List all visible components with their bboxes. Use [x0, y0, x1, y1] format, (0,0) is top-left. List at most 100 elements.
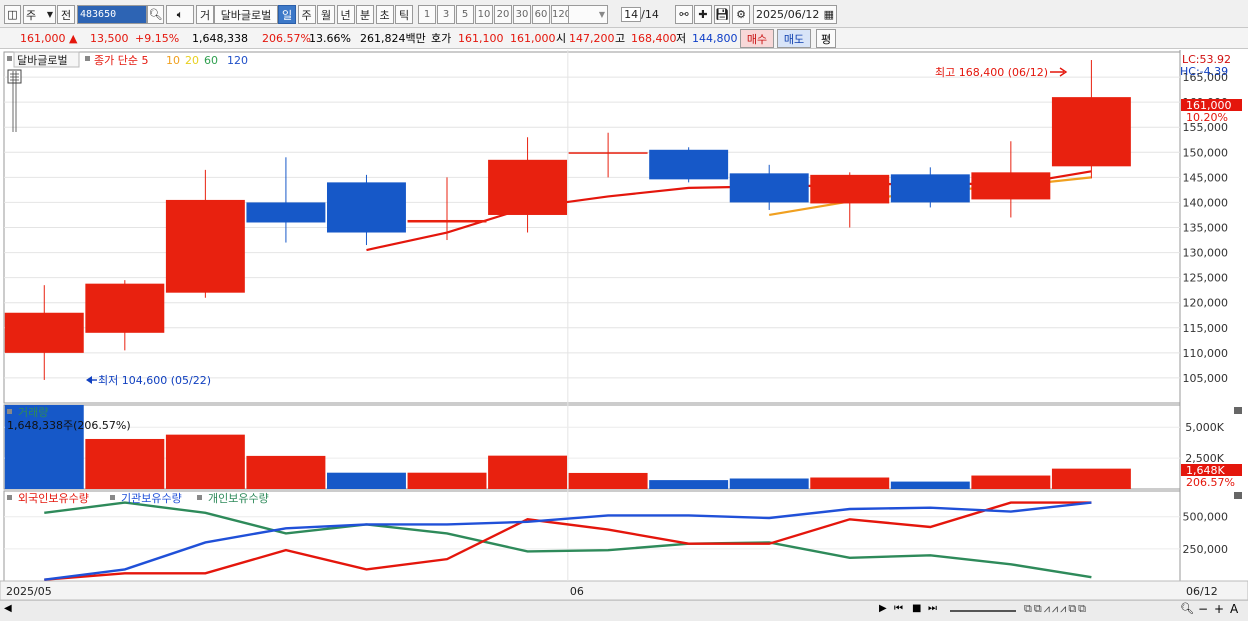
volume-bar: [810, 477, 890, 489]
chevron-down-icon: ▼: [46, 10, 53, 19]
market-select[interactable]: 주 ▼: [23, 5, 56, 24]
volume-bar: [1051, 468, 1131, 489]
turnover: 13.66%: [309, 32, 351, 45]
link-icon[interactable]: ⚯: [675, 5, 693, 24]
zoom-out-icon[interactable]: −: [1198, 602, 1208, 616]
legend-marker: [110, 495, 115, 500]
window-menu-icon[interactable]: ◫: [4, 5, 21, 24]
volume-title: 거래량: [18, 406, 48, 419]
stock-chart[interactable]: 105,000 110,000 115,000 120,000 125,000 130,0…: [0, 50, 1248, 601]
period-button[interactable]: 주: [297, 5, 316, 24]
legend-ma-period: 20: [185, 54, 199, 67]
chart-scrollbar[interactable]: ◀ ▶ ⏮ ■ ⏭ ⧉⧉⩘⩘⩘⧉⧉ 🔍︎ − + A: [0, 600, 1248, 621]
volume-value: 1,648,338: [192, 32, 248, 45]
date-start-label: 2025/05: [6, 585, 52, 598]
volume-bar: [246, 455, 326, 489]
holding-legend-label: 기관보유수량: [121, 492, 182, 505]
stock-name: 달바글로벌: [214, 5, 278, 24]
trade-button[interactable]: 거: [196, 5, 214, 24]
interval-button[interactable]: 10: [475, 5, 493, 24]
count-display: 14/14: [611, 5, 669, 24]
fast-forward-icon[interactable]: ⏭: [928, 603, 937, 614]
volume-bar: [85, 438, 165, 489]
date-end-label: 06/12: [1186, 585, 1218, 598]
bid-price: 161,100: [458, 32, 504, 45]
period-button[interactable]: 월: [317, 5, 335, 24]
stop-icon[interactable]: ■: [912, 603, 921, 614]
high-label: 고: [615, 32, 626, 45]
hc-label: HC:-4.39: [1180, 65, 1228, 78]
auto-scale-icon[interactable]: A: [1230, 602, 1238, 616]
interval-button[interactable]: 20: [494, 5, 512, 24]
price-change: 13,500: [90, 32, 129, 45]
search-icon[interactable]: 🔍︎: [147, 5, 164, 24]
trade-amount: 261,824백만: [360, 32, 426, 45]
price-tick-label: 130,000: [1183, 247, 1229, 260]
zoom-in-icon[interactable]: +: [1214, 602, 1224, 616]
legend-marker: [197, 495, 202, 500]
interval-button[interactable]: 60: [532, 5, 550, 24]
speaker-icon[interactable]: 🔈︎: [166, 5, 194, 24]
candle-body: [85, 283, 165, 333]
interval-button[interactable]: 3: [437, 5, 455, 24]
volume-pct-label: 206.57%: [1186, 476, 1235, 489]
period-button[interactable]: 틱: [395, 5, 413, 24]
open-label: 시: [556, 32, 567, 45]
chevron-down-icon: ▼: [598, 10, 605, 19]
holding-tick-label: 250,000: [1183, 543, 1229, 556]
volume-bar: [649, 480, 729, 489]
candle-body: [488, 159, 568, 215]
legend-ma-period: 10: [166, 54, 180, 67]
avg-button[interactable]: 평: [816, 29, 836, 48]
code-value: 483650: [80, 9, 117, 20]
interval-button[interactable]: 30: [513, 5, 531, 24]
scroll-left-icon[interactable]: ◀: [4, 603, 12, 614]
period-button[interactable]: 년: [336, 5, 355, 24]
zoom-slider[interactable]: [950, 610, 1016, 612]
volume-bar: [165, 434, 245, 489]
sell-button[interactable]: 매도: [777, 29, 811, 48]
quote-bar: 161,000 ▲ 13,500 +9.15% 1,648,338 206.57…: [0, 28, 1248, 49]
candle-body: [810, 174, 890, 204]
drawing-tools-icon[interactable]: ⧉⧉⩘⩘⩘⧉⧉: [1024, 602, 1088, 616]
candle-body: [971, 172, 1051, 200]
period-button[interactable]: 일: [278, 5, 296, 24]
rewind-icon[interactable]: ⏮: [894, 603, 903, 614]
volume-value-label: 1,648,338주(206.57%): [7, 419, 131, 432]
volume-bar: [971, 475, 1051, 489]
interval-button[interactable]: 5: [456, 5, 474, 24]
period-button[interactable]: 초: [375, 5, 394, 24]
crosshair-icon[interactable]: ✚: [694, 5, 712, 24]
calendar-icon: ▦: [823, 8, 834, 21]
legend-marker: [7, 56, 12, 61]
save-icon[interactable]: 💾︎: [714, 5, 730, 24]
gear-icon[interactable]: ⚙: [732, 5, 750, 24]
market-label: 주: [26, 8, 37, 22]
candle-body: [890, 174, 970, 203]
price-tick-label: 150,000: [1183, 146, 1229, 159]
candle-body: [729, 173, 809, 203]
date-axis-band: [0, 580, 1248, 601]
panel-close-icon: [1234, 407, 1242, 414]
volume-bar: [568, 472, 648, 489]
volume-ratio: 206.57%: [262, 32, 311, 45]
interval-button[interactable]: 1: [418, 5, 436, 24]
period-dropdown[interactable]: ▼: [568, 5, 608, 24]
zoom-icon[interactable]: 🔍︎: [1180, 602, 1194, 615]
buy-button[interactable]: 매수: [740, 29, 774, 48]
date-input[interactable]: 2025/06/12 ▦: [753, 5, 837, 24]
volume-tick-label: 5,000K: [1185, 421, 1224, 434]
price-tick-label: 115,000: [1183, 322, 1229, 335]
scroll-right-icon[interactable]: ▶: [879, 603, 887, 614]
period-button[interactable]: 분: [356, 5, 374, 24]
volume-bar: [326, 472, 406, 489]
low-annotation: 최저 104,600 (05/22): [98, 374, 211, 387]
code-input[interactable]: 483650: [77, 5, 147, 24]
price-tick-label: 140,000: [1183, 196, 1229, 209]
prefix-button[interactable]: 전: [57, 5, 75, 24]
holding-legend-label: 외국인보유수량: [18, 492, 89, 505]
legend-marker: [85, 56, 90, 61]
count-value[interactable]: 14: [621, 7, 642, 22]
volume-bar: [407, 472, 487, 489]
triangle-up-icon: ▲: [69, 32, 78, 45]
